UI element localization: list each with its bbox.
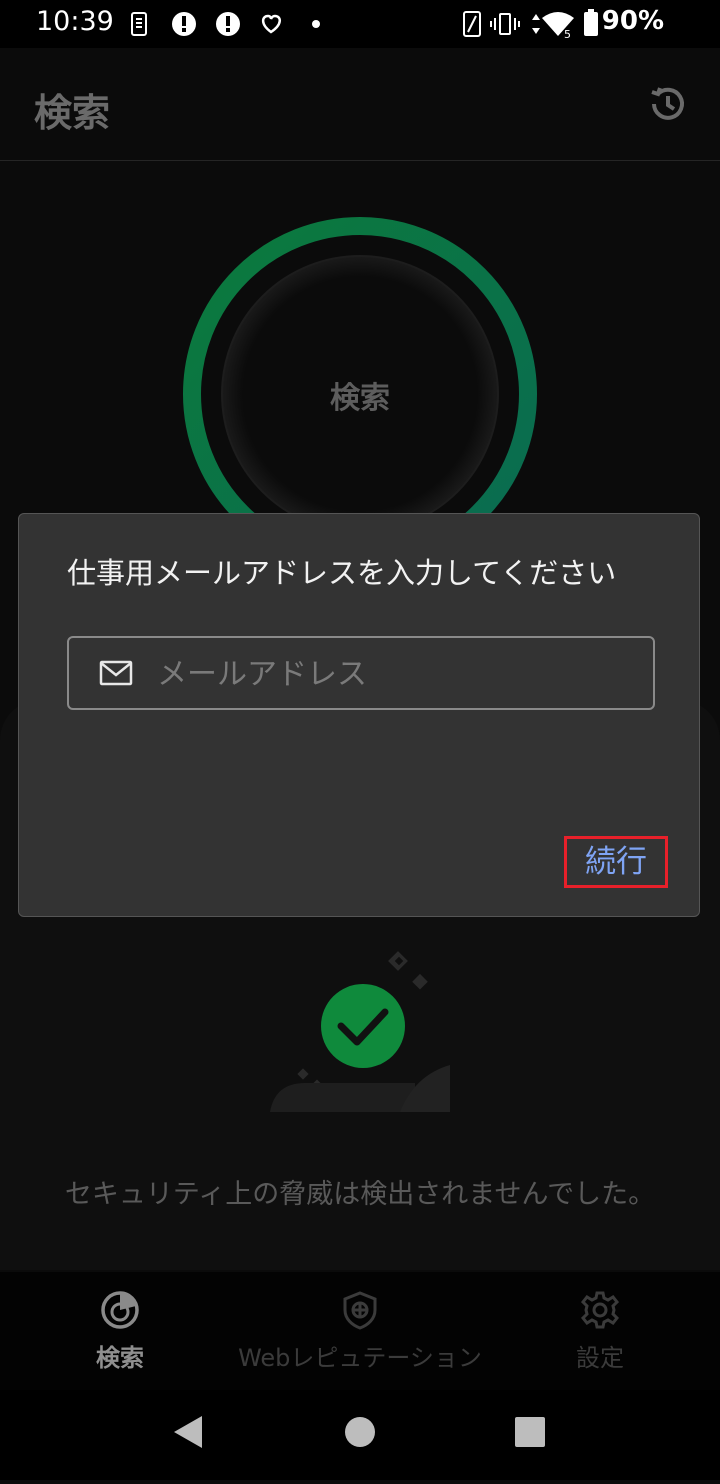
dot-icon [312, 20, 320, 28]
scan-button-label: 検索 [330, 381, 390, 416]
status-time: 10:39 [36, 6, 114, 37]
home-button [345, 1417, 375, 1447]
battery-icon [584, 9, 598, 36]
gear-icon [580, 1291, 620, 1329]
scan-icon [101, 1291, 139, 1329]
page-title: 検索 [34, 91, 111, 135]
check-icon [321, 984, 405, 1068]
system-status-icons: 5 [460, 8, 700, 44]
screen-rotate-icon [463, 11, 481, 37]
nav-label-scan: 検索 [96, 1344, 144, 1372]
mail-icon [99, 660, 133, 686]
status-bar: 10:39 5 90% [0, 0, 720, 48]
svg-text:5: 5 [564, 28, 571, 40]
shield-globe-icon [343, 1291, 377, 1330]
vibrate-icon [490, 13, 520, 35]
email-field[interactable] [67, 636, 655, 710]
email-input[interactable] [155, 650, 639, 698]
alert-icon [216, 12, 240, 36]
heart-icon [261, 14, 281, 34]
data-arrows-icon [532, 14, 540, 34]
system-navigation-bar [0, 1390, 720, 1480]
nav-item-web-reputation[interactable]: Webレピュテーション [230, 1290, 490, 1373]
recents-button [515, 1417, 545, 1447]
bottom-navigation: 検索 Webレピュテーション 設定 [0, 1272, 720, 1390]
nav-item-settings[interactable]: 設定 [540, 1290, 660, 1373]
email-dialog: 仕事用メールアドレスを入力してください 続行 [18, 513, 700, 917]
alert-icon [172, 12, 196, 36]
dialog-title: 仕事用メールアドレスを入力してください [67, 556, 617, 590]
sim-icon [131, 12, 147, 36]
status-message: セキュリティ上の脅威は検出されませんでした。 [64, 1179, 656, 1210]
history-icon[interactable] [648, 84, 688, 128]
battery-percent: 90% [601, 6, 664, 36]
nav-label-web-reputation: Webレピュテーション [238, 1344, 482, 1372]
notification-icons [128, 10, 338, 44]
no-threat-illustration [265, 950, 455, 1119]
nav-item-scan[interactable]: 検索 [60, 1290, 180, 1373]
nav-label-settings: 設定 [576, 1344, 624, 1372]
back-button [174, 1416, 202, 1448]
app-bar: 検索 [0, 48, 720, 161]
continue-button[interactable]: 続行 [564, 836, 668, 888]
wifi-icon: 5 [542, 12, 574, 41]
